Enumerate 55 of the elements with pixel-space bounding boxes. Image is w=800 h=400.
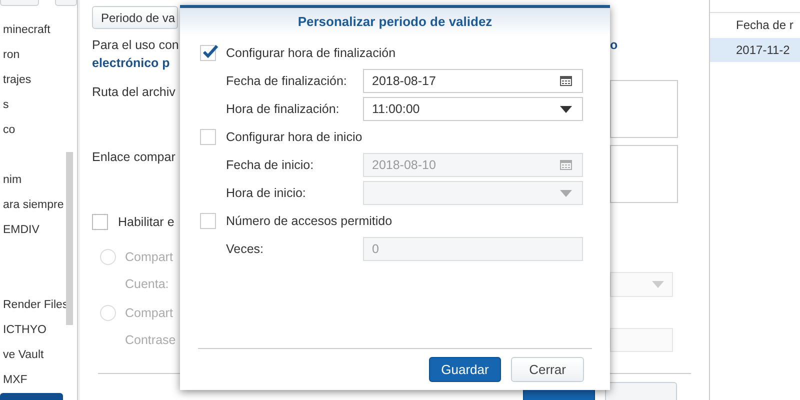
- column-header: Fecha de r: [735, 17, 794, 34]
- checkbox-label: Configurar hora de inicio: [226, 128, 362, 146]
- checkbox[interactable]: [200, 129, 216, 145]
- folder-item[interactable]: s: [0, 93, 63, 118]
- radio-button[interactable]: [100, 305, 116, 321]
- folder-item[interactable]: ara siempre: [0, 193, 63, 218]
- tab[interactable]: [54, 0, 77, 6]
- time-dropdown[interactable]: 11:00:00: [363, 97, 583, 121]
- tab-button[interactable]: Periodo de va: [92, 6, 178, 29]
- folder-item[interactable]: ron: [0, 43, 63, 68]
- caret-icon: [652, 281, 664, 288]
- account-dropdown[interactable]: [610, 272, 673, 297]
- scrollbar[interactable]: [66, 152, 73, 325]
- field-label: Enlace compar: [92, 149, 176, 166]
- path-field[interactable]: [610, 80, 678, 138]
- folder-item[interactable]: co: [0, 118, 63, 143]
- checkbox-label: Configurar hora de finalización: [226, 44, 396, 62]
- field-label: Veces:: [226, 240, 265, 258]
- folder-item[interactable]: nim: [0, 168, 63, 193]
- table-cell[interactable]: 2017-11-2: [710, 38, 800, 62]
- radio-button[interactable]: [100, 249, 116, 265]
- calendar-icon[interactable]: [560, 76, 572, 86]
- field-label: Fecha de inicio:: [226, 156, 315, 174]
- field-label: Ruta del archiv: [92, 84, 176, 101]
- description-link[interactable]: electrónico p: [92, 54, 180, 72]
- field-label: Contrase: [124, 332, 177, 349]
- checkbox[interactable]: [200, 213, 216, 229]
- field-label: Hora de finalización:: [226, 100, 340, 118]
- folder-item[interactable]: ve Vault: [0, 343, 63, 368]
- caret-icon: [560, 190, 572, 196]
- field-label: Fecha de finalización:: [226, 72, 348, 90]
- caret-icon: [560, 106, 572, 112]
- folder-item[interactable]: ICTHYO: [0, 318, 63, 343]
- close-button[interactable]: Cerrar: [511, 357, 584, 382]
- save-button[interactable]: Guardar: [429, 357, 501, 382]
- radio-label: Compart: [125, 248, 173, 266]
- password-field[interactable]: [610, 328, 673, 352]
- checkbox[interactable]: [92, 214, 108, 230]
- dialog-title: Personalizar periodo de validez: [298, 13, 492, 32]
- cancel-button[interactable]: [605, 382, 677, 400]
- checkbox-label: Habilitar e: [118, 214, 174, 231]
- description-text: Para el uso con: [92, 37, 180, 54]
- description-link[interactable]: o: [610, 36, 678, 54]
- checkbox-label: Número de accesos permitido: [226, 212, 392, 230]
- folder-item[interactable]: minecraft: [0, 18, 63, 43]
- folder-item[interactable]: EMDIV: [0, 218, 63, 243]
- date-field[interactable]: 2018-08-17: [363, 69, 583, 93]
- folder-item[interactable]: MXF: [0, 368, 63, 393]
- tab[interactable]: [0, 0, 39, 6]
- link-field[interactable]: [610, 145, 678, 203]
- checkbox[interactable]: [200, 45, 216, 61]
- folder-item[interactable]: trajes: [0, 68, 63, 93]
- field-label: Hora de inicio:: [226, 184, 307, 202]
- radio-label: Compart: [125, 304, 173, 322]
- field-label: Cuenta:: [124, 276, 170, 293]
